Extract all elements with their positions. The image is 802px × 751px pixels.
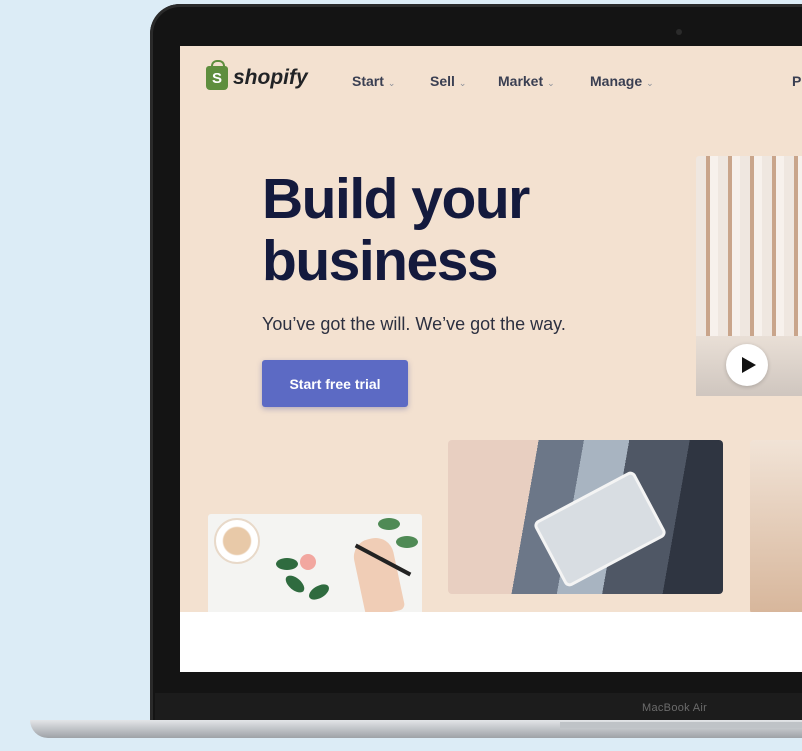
logo-wordmark: shopify <box>233 66 308 89</box>
leaf <box>306 581 332 603</box>
flower <box>300 554 316 570</box>
headline-line-2: business <box>262 229 499 293</box>
content-section <box>180 612 802 672</box>
nav-item-label: Market <box>498 73 544 89</box>
chevron-down-icon: ⌄ <box>547 78 555 88</box>
leaf <box>378 518 400 530</box>
play-icon <box>741 357 756 373</box>
hero-subhead: You’ve got the will. We’ve got the way. <box>262 314 566 334</box>
chevron-down-icon: ⌄ <box>646 78 654 88</box>
chevron-down-icon: ⌄ <box>387 78 396 88</box>
shopify-logo[interactable]: S shopify <box>206 60 308 90</box>
top-navigation: S shopify Start ⌄ Sell ⌄ Market ⌄ Manage ⌄ P <box>180 46 802 114</box>
start-free-trial-button[interactable]: Start free trial <box>262 360 408 407</box>
nav-item-right-truncated[interactable]: P <box>792 73 801 89</box>
logo-letter: S <box>211 70 222 87</box>
desk-planner-image <box>208 514 422 614</box>
headline-line-1: Build your <box>262 167 530 231</box>
hero-headline: Build your business <box>262 168 622 292</box>
model-label: MacBook Air <box>642 702 708 714</box>
browser-screen: S shopify Start ⌄ Sell ⌄ Market ⌄ Manage ⌄ P… <box>180 46 802 672</box>
tablet-shopper-image <box>448 440 723 594</box>
nav-item-sell[interactable]: Sell ⌄ <box>430 73 466 89</box>
nav-item-label: Start <box>352 73 384 89</box>
nav-item-label: Manage <box>590 73 643 89</box>
play-button[interactable] <box>726 344 768 386</box>
nav-item-start[interactable]: Start ⌄ <box>352 73 395 89</box>
leaf <box>282 572 308 596</box>
tablet-device <box>532 469 668 589</box>
nav-item-market[interactable]: Market ⌄ <box>498 73 555 89</box>
chevron-down-icon: ⌄ <box>458 78 467 88</box>
leaf <box>396 536 418 548</box>
nav-item-manage[interactable]: Manage ⌄ <box>590 73 654 89</box>
nav-item-label: Sell <box>430 73 455 89</box>
cropped-lifestyle-image <box>750 440 802 614</box>
coffee-cup <box>214 518 260 564</box>
leaf <box>276 558 298 570</box>
camera-icon <box>676 29 682 35</box>
laptop-base-notch <box>560 722 802 728</box>
shopping-bag-icon: S <box>206 60 228 90</box>
